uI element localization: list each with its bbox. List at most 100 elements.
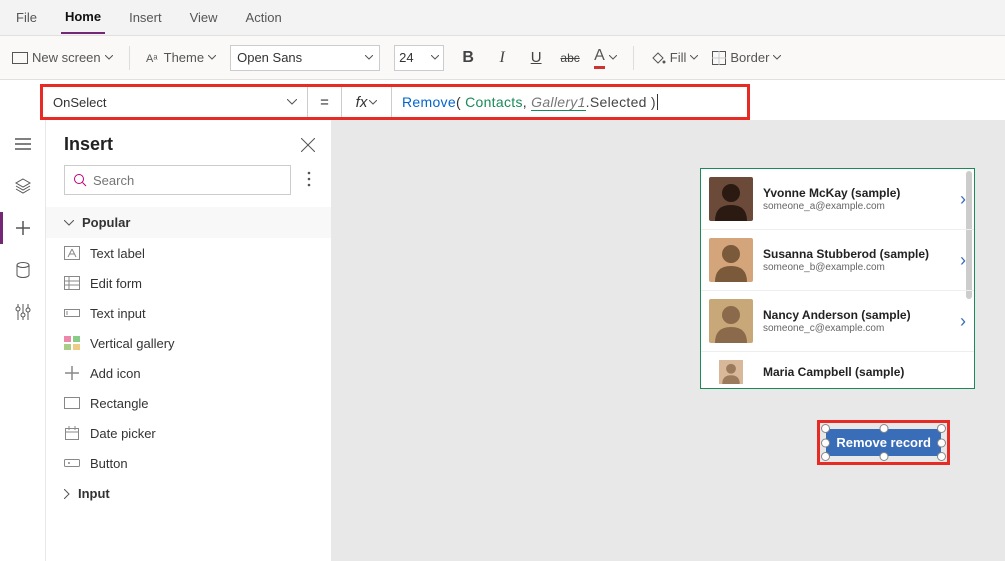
gallery-control[interactable]: Yvonne McKay (sample) someone_a@example.… bbox=[700, 168, 975, 389]
formula-comma: , bbox=[523, 94, 531, 110]
italic-button[interactable]: I bbox=[492, 49, 512, 67]
chevron-down-icon bbox=[609, 55, 617, 60]
screen-icon bbox=[12, 52, 28, 64]
hamburger-icon bbox=[15, 138, 31, 150]
strikethrough-button[interactable]: abc bbox=[560, 51, 580, 65]
resize-handle[interactable] bbox=[879, 424, 888, 433]
resize-handle[interactable] bbox=[821, 424, 830, 433]
insert-text-input[interactable]: Text input bbox=[46, 298, 331, 328]
resize-handle[interactable] bbox=[821, 452, 830, 461]
remove-record-button[interactable]: Remove record bbox=[826, 429, 941, 456]
search-input-wrapper[interactable] bbox=[64, 165, 291, 195]
category-input[interactable]: Input bbox=[46, 478, 331, 509]
chevron-down-icon bbox=[369, 100, 377, 105]
rectangle-icon bbox=[64, 395, 80, 411]
fill-icon bbox=[650, 51, 666, 65]
contact-email: someone_a@example.com bbox=[763, 201, 950, 212]
underline-button[interactable]: U bbox=[526, 49, 546, 66]
resize-handle[interactable] bbox=[937, 452, 946, 461]
chevron-right-icon[interactable]: › bbox=[960, 189, 966, 210]
avatar bbox=[709, 177, 753, 221]
divider bbox=[633, 46, 634, 70]
resize-handle[interactable] bbox=[879, 452, 888, 461]
gallery-item[interactable]: Maria Campbell (sample) bbox=[701, 352, 974, 388]
menu-file[interactable]: File bbox=[12, 2, 41, 33]
border-label: Border bbox=[730, 50, 769, 65]
resize-handle[interactable] bbox=[821, 438, 830, 447]
font-family-select[interactable]: Open Sans bbox=[230, 45, 380, 71]
search-icon bbox=[73, 173, 87, 187]
caret bbox=[657, 94, 658, 110]
insert-add-icon[interactable]: Add icon bbox=[46, 358, 331, 388]
avatar bbox=[709, 360, 753, 384]
font-size-value: 24 bbox=[399, 50, 413, 65]
insert-button[interactable]: Button bbox=[46, 448, 331, 478]
panel-title: Insert bbox=[64, 134, 113, 155]
chevron-down-icon bbox=[773, 55, 781, 60]
remove-button-highlight: Remove record bbox=[817, 420, 950, 465]
close-icon[interactable] bbox=[301, 138, 315, 152]
toolbar: New screen Aᵃ Theme Open Sans 24 B I U a… bbox=[0, 36, 1005, 80]
gallery-item[interactable]: Nancy Anderson (sample) someone_c@exampl… bbox=[701, 291, 974, 352]
search-input[interactable] bbox=[93, 173, 282, 188]
settings-icon bbox=[15, 304, 31, 320]
fill-button[interactable]: Fill bbox=[650, 50, 699, 65]
property-select[interactable]: OnSelect bbox=[43, 87, 308, 117]
theme-label: Theme bbox=[164, 50, 204, 65]
plus-icon bbox=[15, 220, 31, 236]
menu-view[interactable]: View bbox=[186, 2, 222, 33]
gallery-item[interactable]: Yvonne McKay (sample) someone_a@example.… bbox=[701, 169, 974, 230]
bold-button[interactable]: B bbox=[458, 49, 478, 67]
gallery-icon bbox=[64, 335, 80, 351]
chevron-right-icon[interactable]: › bbox=[960, 311, 966, 332]
gallery-item[interactable]: Susanna Stubberod (sample) someone_b@exa… bbox=[701, 230, 974, 291]
fill-label: Fill bbox=[670, 50, 687, 65]
contact-email: someone_c@example.com bbox=[763, 323, 950, 334]
chevron-down-icon bbox=[105, 55, 113, 60]
resize-handle[interactable] bbox=[937, 438, 946, 447]
layers-icon bbox=[15, 178, 31, 194]
left-rail bbox=[0, 120, 46, 561]
category-popular[interactable]: Popular bbox=[46, 207, 331, 238]
contact-name: Yvonne McKay (sample) bbox=[763, 186, 950, 200]
device-preview: Yvonne McKay (sample) someone_a@example.… bbox=[700, 168, 975, 389]
more-button[interactable] bbox=[299, 171, 319, 190]
category-list: Popular Text label Edit form Text input … bbox=[46, 207, 331, 561]
border-button[interactable]: Border bbox=[712, 50, 781, 65]
insert-date-picker[interactable]: Date picker bbox=[46, 418, 331, 448]
item-label: Rectangle bbox=[90, 396, 149, 411]
contact-email: someone_b@example.com bbox=[763, 262, 950, 273]
font-color-button[interactable]: A bbox=[594, 47, 617, 69]
insert-rail-button[interactable] bbox=[13, 218, 33, 238]
svg-text:Aᵃ: Aᵃ bbox=[146, 53, 158, 65]
menu-home[interactable]: Home bbox=[61, 1, 105, 34]
category-label: Popular bbox=[82, 215, 130, 230]
contact-name: Nancy Anderson (sample) bbox=[763, 308, 950, 322]
remove-button-label: Remove record bbox=[836, 435, 931, 450]
tree-view-button[interactable] bbox=[13, 134, 33, 154]
data-rail-button[interactable] bbox=[13, 260, 33, 280]
tools-rail-button[interactable] bbox=[13, 302, 33, 322]
menu-action[interactable]: Action bbox=[242, 2, 286, 33]
insert-vertical-gallery[interactable]: Vertical gallery bbox=[46, 328, 331, 358]
chevron-down-icon bbox=[690, 55, 698, 60]
formula-input[interactable]: Remove( Contacts, Gallery1.Selected ) bbox=[392, 94, 747, 111]
insert-rectangle[interactable]: Rectangle bbox=[46, 388, 331, 418]
insert-edit-form[interactable]: Edit form bbox=[46, 268, 331, 298]
new-screen-button[interactable]: New screen bbox=[12, 50, 113, 65]
fx-button[interactable]: fx bbox=[342, 87, 392, 117]
theme-button[interactable]: Aᵃ Theme bbox=[146, 50, 216, 65]
database-icon bbox=[16, 262, 30, 278]
layers-button[interactable] bbox=[13, 176, 33, 196]
insert-text-label[interactable]: Text label bbox=[46, 238, 331, 268]
chevron-right-icon[interactable]: › bbox=[960, 250, 966, 271]
contact-name: Susanna Stubberod (sample) bbox=[763, 247, 950, 261]
resize-handle[interactable] bbox=[937, 424, 946, 433]
menu-insert[interactable]: Insert bbox=[125, 2, 166, 33]
chevron-down-icon bbox=[365, 55, 373, 60]
font-size-select[interactable]: 24 bbox=[394, 45, 444, 71]
canvas[interactable]: Yvonne McKay (sample) someone_a@example.… bbox=[332, 120, 1005, 561]
font-family-value: Open Sans bbox=[237, 50, 302, 65]
item-label: Text label bbox=[90, 246, 145, 261]
formula-datasource: Contacts bbox=[465, 94, 523, 110]
